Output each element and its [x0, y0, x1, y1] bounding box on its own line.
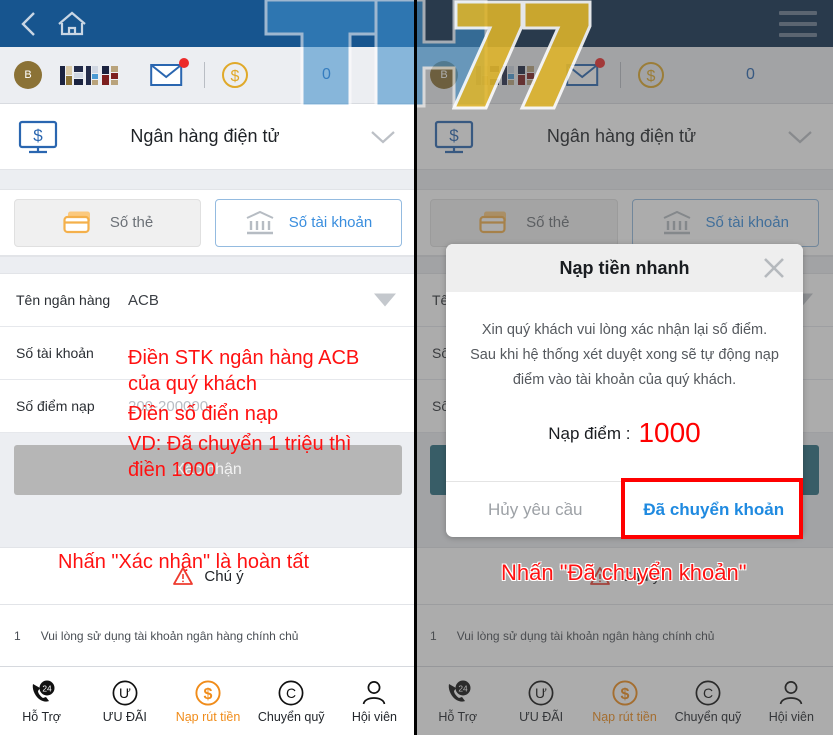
annotation-line-5: điền 1000: [128, 459, 216, 481]
chevron-left-icon[interactable]: [18, 8, 40, 40]
divider: [204, 62, 205, 88]
tab-label: Số thẻ: [109, 214, 154, 231]
page-title: Ngân hàng điện tử: [130, 126, 280, 146]
dialog-text-line-3: điểm vào tài khoản của quý khách.: [512, 372, 737, 388]
screenshot-root: B $ 0 $ Ngân hàng điện tử Số thẻ Số tài …: [0, 0, 833, 735]
nav-item-transfer[interactable]: C Chuyển quỹ: [250, 667, 333, 735]
username-masked: [60, 65, 126, 85]
annotation-right: Nhấn "Đã chuyển khoản": [501, 560, 747, 585]
dialog-amount-row: Nạp điểm : 1000: [468, 417, 781, 449]
svg-text:Ư: Ư: [119, 685, 131, 701]
credit-cards-icon: [62, 209, 96, 237]
account-strip: B $ 0: [0, 47, 416, 104]
caret-down-icon[interactable]: [374, 293, 396, 307]
svg-text:$: $: [204, 686, 213, 703]
field-label: Số điểm nạp: [16, 398, 95, 414]
svg-text:24: 24: [42, 683, 52, 693]
nav-item-deposit-withdraw[interactable]: $ Nạp rút tiền: [166, 667, 249, 735]
field-label: Tên ngân hàng: [16, 292, 111, 308]
tip-line: 1 Vui lòng sử dụng tài khoản ngân hàng ch…: [14, 629, 402, 643]
bank-icon: [245, 209, 275, 237]
tip-area: 1 Vui lòng sử dụng tài khoản ngân hàng ch…: [0, 605, 416, 647]
annotation-line-2: của quý khách: [128, 373, 257, 395]
balance-amount: 0: [322, 66, 331, 83]
svg-text:C: C: [286, 685, 296, 701]
dialog-text-line-2: Sau khi hệ thống xét duyệt xong sẽ tự độ…: [470, 347, 779, 363]
c-circle-icon: C: [277, 679, 305, 707]
nav-item-support[interactable]: 24 Hỗ Trợ: [0, 667, 83, 735]
top-app-bar: [0, 0, 416, 47]
nav-item-member[interactable]: Hội viên: [333, 667, 416, 735]
envelope-icon[interactable]: [150, 58, 189, 88]
nav-label: Nạp rút tiền: [175, 709, 241, 724]
nav-label: ƯU ĐÃI: [102, 709, 147, 724]
annotation-strip: [0, 505, 416, 547]
annotation-line-4: VD: Đã chuyển 1 triệu thì: [128, 433, 352, 455]
panel-divider: [414, 0, 417, 735]
home-icon[interactable]: [56, 9, 88, 39]
annotation-line-6: Nhấn "Xác nhận" là hoàn tất: [58, 551, 310, 573]
nav-item-promo[interactable]: Ư ƯU ĐÃI: [83, 667, 166, 735]
nav-label: Chuyển quỹ: [257, 709, 325, 724]
close-x-icon[interactable]: [761, 255, 787, 281]
section-gap: [0, 170, 416, 190]
tip-number: 1: [14, 629, 21, 643]
highlight-box: [621, 478, 803, 539]
right-panel: B $ 0 $ Ngân hàng điện tử Số thẻ Số tài …: [416, 0, 833, 735]
dialog-header: Nạp tiền nhanh: [446, 244, 803, 292]
tab-bar: Số thẻ Số tài khoản: [0, 190, 416, 256]
nav-label: Hỗ Trợ: [22, 709, 61, 724]
cancel-request-button[interactable]: Hủy yêu cầu: [446, 482, 625, 537]
left-panel: B $ 0 $ Ngân hàng điện tử Số thẻ Số tài …: [0, 0, 416, 735]
field-label: Số tài khoản: [16, 345, 94, 361]
dialog-text-line-1: Xin quý khách vui lòng xác nhận lại số đ…: [481, 322, 768, 338]
unread-badge: [179, 58, 189, 68]
dollar-circle-icon: $: [194, 679, 222, 707]
avatar[interactable]: B: [14, 61, 42, 89]
section-header[interactable]: $ Ngân hàng điện tử: [0, 104, 416, 170]
u-circle-icon: Ư: [111, 679, 139, 707]
annotation-line-3: Điền số điển nạp: [128, 403, 279, 425]
tab-so-the[interactable]: Số thẻ: [14, 198, 201, 247]
dollar-coin-icon[interactable]: $: [221, 61, 249, 89]
annotation-line-1: Điền STK ngân hàng ACB: [128, 347, 360, 369]
dialog-body: Xin quý khách vui lòng xác nhận lại số đ…: [446, 292, 803, 481]
bank-name-value: ACB: [128, 291, 159, 309]
amount-value: 1000: [638, 417, 701, 448]
phone-24h-icon: 24: [27, 679, 57, 707]
amount-label: Nạp điểm :: [548, 424, 631, 443]
tab-label: Số tài khoản: [288, 214, 373, 231]
tab-so-tai-khoan[interactable]: Số tài khoản: [215, 198, 402, 247]
bottom-nav-left: 24 Hỗ Trợ Ư ƯU ĐÃI $ Nạp rút tiền C Chuy…: [0, 666, 416, 735]
form-row-bank-name[interactable]: Tên ngân hàng ACB: [0, 274, 416, 327]
dialog-title: Nạp tiền nhanh: [559, 257, 690, 278]
user-icon: [360, 679, 388, 707]
chevron-down-icon[interactable]: [370, 129, 396, 145]
svg-text:$: $: [231, 68, 240, 85]
form-gap: [0, 256, 416, 274]
tip-text: Vui lòng sử dụng tài khoản ngân hàng chí…: [40, 629, 299, 643]
nav-label: Hội viên: [351, 709, 397, 724]
